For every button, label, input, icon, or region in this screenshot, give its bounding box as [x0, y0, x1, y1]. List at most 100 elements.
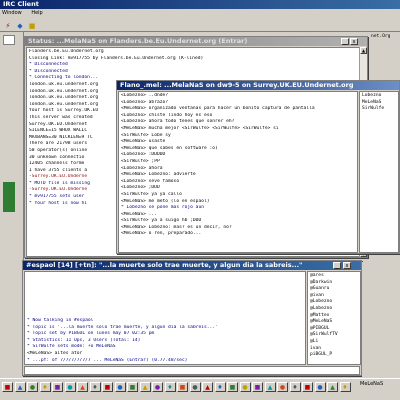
taskbar-app-icon[interactable]: ▲ — [264, 382, 276, 392]
taskbar-app-icon[interactable]: ♦ — [39, 382, 51, 392]
menu-window[interactable]: Window — [2, 10, 22, 16]
taskbar-app-icon[interactable]: ▲ — [14, 382, 26, 392]
app-titlebar: IRC Client — [0, 0, 400, 9]
status-title: Status: ...MelaNaS on Flanders.be.Eu.Und… — [28, 37, 248, 45]
log-line: * SirWulfe sets mode: +o MeLeNaS — [27, 344, 116, 350]
log-line: * ...pf: of 7/7/7/7/7/7 ... MeLeNaS (Ent… — [27, 357, 188, 363]
taskbar-app-icon[interactable]: ■ — [2, 382, 13, 392]
log-line: <Lobezno> ahora todo tenes que sonrer eh… — [121, 119, 235, 125]
nick-item[interactable]: @MeLeNaS — [310, 319, 358, 326]
log-line: Flanders.be.Eu.Undernet.org — [29, 49, 104, 54]
nick-item[interactable]: @Li — [310, 339, 358, 346]
nick-item[interactable]: @Guanru — [310, 286, 358, 293]
log-line: <MeLeNaS> aites ator — [27, 350, 83, 356]
log-line: * Topic is '...la muerte solo trae muert… — [27, 324, 218, 330]
log-line: <MeLeNaS> me meto (lo en espaol) — [121, 198, 210, 204]
log-line: <Lobezno> abrazo? — [121, 99, 169, 105]
taskbar-app-icon[interactable]: ▲ — [327, 382, 338, 392]
status-titlebar: Status: ...MelaNaS on Flanders.be.Eu.Und… — [25, 37, 367, 46]
nick-item[interactable]: @Lobezno — [310, 306, 358, 313]
status-minimize-button[interactable]: _ — [341, 38, 349, 45]
nick-item[interactable]: Lobezno — [362, 93, 396, 100]
log-line: <MeLeNaS> ... — [121, 211, 157, 217]
taskbar: ■ ▲ ● ♦ ■ ● ▲ ♦ ■ ● ■ ▲ ● ♦ ■ ● ▲ ♦ ■ ● ■ ▲ ● ♦ ■ ● ▲ ♦ MeLeNaS — [0, 378, 400, 400]
taskbar-item-melenas[interactable]: MeLeNaS — [360, 381, 383, 387]
log-line: <MeLeNaS> Lobezno: mas? es un decir, no? — [121, 224, 232, 230]
taskbar-app-icon[interactable]: ♦ — [164, 382, 176, 392]
channel-input[interactable] — [24, 366, 360, 375]
query-titlebar: Flano_.mel: ...MelaNaS on dw9-5 on Surre… — [117, 81, 399, 90]
log-line: <MeLeNaS> organizado ventanas para hacer… — [121, 106, 315, 112]
taskbar-app-icon[interactable]: ■ — [52, 382, 63, 392]
log-line: <MeLeNaS> o ren, preparado... — [121, 231, 202, 237]
log-line: Closing Link: mv917755 by Flanders.be.Eu… — [29, 55, 204, 61]
taskbar-app-icon[interactable]: ● — [314, 382, 326, 392]
channel-minimize-button[interactable]: _ — [333, 262, 341, 269]
taskbar-app-icon[interactable]: ♦ — [214, 382, 226, 392]
log-line: <Lobezno> ;DDD — [121, 185, 160, 191]
status-tree-icon[interactable] — [3, 35, 15, 45]
query-log: <Lobezno> ..dnde? <Lobezno> abrazo? <MeLeN… — [118, 91, 358, 253]
nick-item[interactable]: SirWulfe — [362, 106, 396, 113]
log-line: <Lobezno> seve famoso — [121, 178, 180, 184]
channel-window: #espaol [14] [+tn]: "...la muerte solo t… — [22, 260, 362, 376]
taskbar-app-icon[interactable]: ▲ — [139, 382, 151, 392]
nick-item[interactable]: @ares — [310, 273, 358, 280]
taskbar-app-icon[interactable]: ■ — [102, 382, 113, 392]
taskbar-app-icon[interactable]: ▲ — [202, 382, 213, 392]
taskbar-app-icon[interactable]: ■ — [127, 382, 138, 392]
log-line: * Topic set by PIBGUL on lunes may 07 02… — [27, 331, 155, 337]
taskbar-app-icon[interactable]: ■ — [227, 382, 238, 392]
channel-nicklist[interactable]: @ares @Darkwin @Guanru @ivan @Lobezno @Lobezn… — [307, 271, 361, 365]
options-icon[interactable]: ◆ — [15, 20, 25, 30]
log-line: <MeLeNaS> usaste — [121, 139, 166, 145]
taskbar-app-icon[interactable]: ● — [64, 382, 76, 392]
left-strip-lower — [0, 262, 22, 378]
log-line: * Disconnected — [29, 62, 68, 68]
taskbar-app-icon[interactable]: ■ — [177, 382, 188, 392]
sidebar-item[interactable]: net.Org — [371, 34, 399, 41]
channel-titlebar: #espaol [14] [+tn]: "...la muerte solo t… — [23, 261, 361, 270]
connect-icon[interactable]: ⚡ — [3, 20, 13, 30]
query-title: Flano_.mel: ...MelaNaS on dw9-5 on Surre… — [120, 81, 354, 89]
log-line: * Lobezno se pone mas rojo aun — [121, 205, 204, 211]
taskbar-app-icon[interactable]: ▲ — [77, 382, 88, 392]
app-title: IRC Client — [3, 0, 39, 8]
taskbar-app-icon[interactable]: ■ — [302, 382, 313, 392]
folder-icon[interactable]: ■ — [27, 20, 37, 30]
nick-item[interactable]: piBGUL_P — [310, 352, 358, 359]
nick-item[interactable]: @Lobezno — [310, 299, 358, 306]
left-strip — [0, 32, 24, 262]
scroll-up-button[interactable]: ▲ — [360, 47, 367, 54]
log-line: <Lobezno> ahora — [121, 165, 163, 171]
nick-item[interactable]: @SirWulfTV — [310, 332, 358, 339]
channel-close-button[interactable]: x — [343, 262, 351, 269]
log-line: <SirWulfe> ya ya callo — [121, 191, 182, 197]
log-line: <Lobezno> chiste lindo hoy es eso — [121, 112, 213, 118]
channel-title: #espaol [14] [+tn]: "...la muerte solo t… — [26, 261, 303, 269]
taskbar-app-icon[interactable]: ● — [114, 382, 126, 392]
menu-bar: Window Help — [0, 9, 400, 18]
taskbar-app-icon[interactable]: ● — [277, 382, 288, 392]
status-close-button[interactable]: x — [350, 38, 358, 45]
taskbar-app-icon[interactable]: ♦ — [339, 382, 351, 392]
taskbar-app-icon[interactable]: ● — [189, 382, 201, 392]
log-line: <SirWulfe> ya a suigo hb ;DDD — [121, 218, 202, 224]
menu-help[interactable]: Help — [31, 10, 42, 16]
taskbar-app-icon[interactable]: ♦ — [289, 382, 301, 392]
log-line: <SirWulfe> ;PP — [121, 158, 160, 164]
green-bar — [3, 182, 15, 212]
log-line: <MeLeNaS> Lobezno: advierte — [121, 172, 196, 178]
toolbar: ⚡ ◆ ■ — [0, 18, 400, 32]
query-nicklist[interactable]: Lobezno MeLeNaS SirWulfe — [359, 91, 399, 253]
taskbar-app-icon[interactable]: ● — [152, 382, 163, 392]
taskbar-app-icon[interactable]: ♦ — [89, 382, 101, 392]
taskbar-app-icon[interactable]: ■ — [252, 382, 263, 392]
log-line: <MeLeNaS> que sabes en software :o) — [121, 145, 218, 151]
log-line: <Lobezno> ..dnde? — [121, 93, 169, 98]
query-window: Flano_.mel: ...MelaNaS on dw9-5 on Surre… — [116, 80, 400, 254]
app-window: IRC Client Window Help ⚡ ◆ ■ Status: ...… — [0, 0, 400, 400]
log-line: <Lobezno> :DDDDD — [121, 152, 166, 158]
taskbar-app-icon[interactable]: ● — [27, 382, 38, 392]
taskbar-app-icon[interactable]: ● — [239, 382, 251, 392]
